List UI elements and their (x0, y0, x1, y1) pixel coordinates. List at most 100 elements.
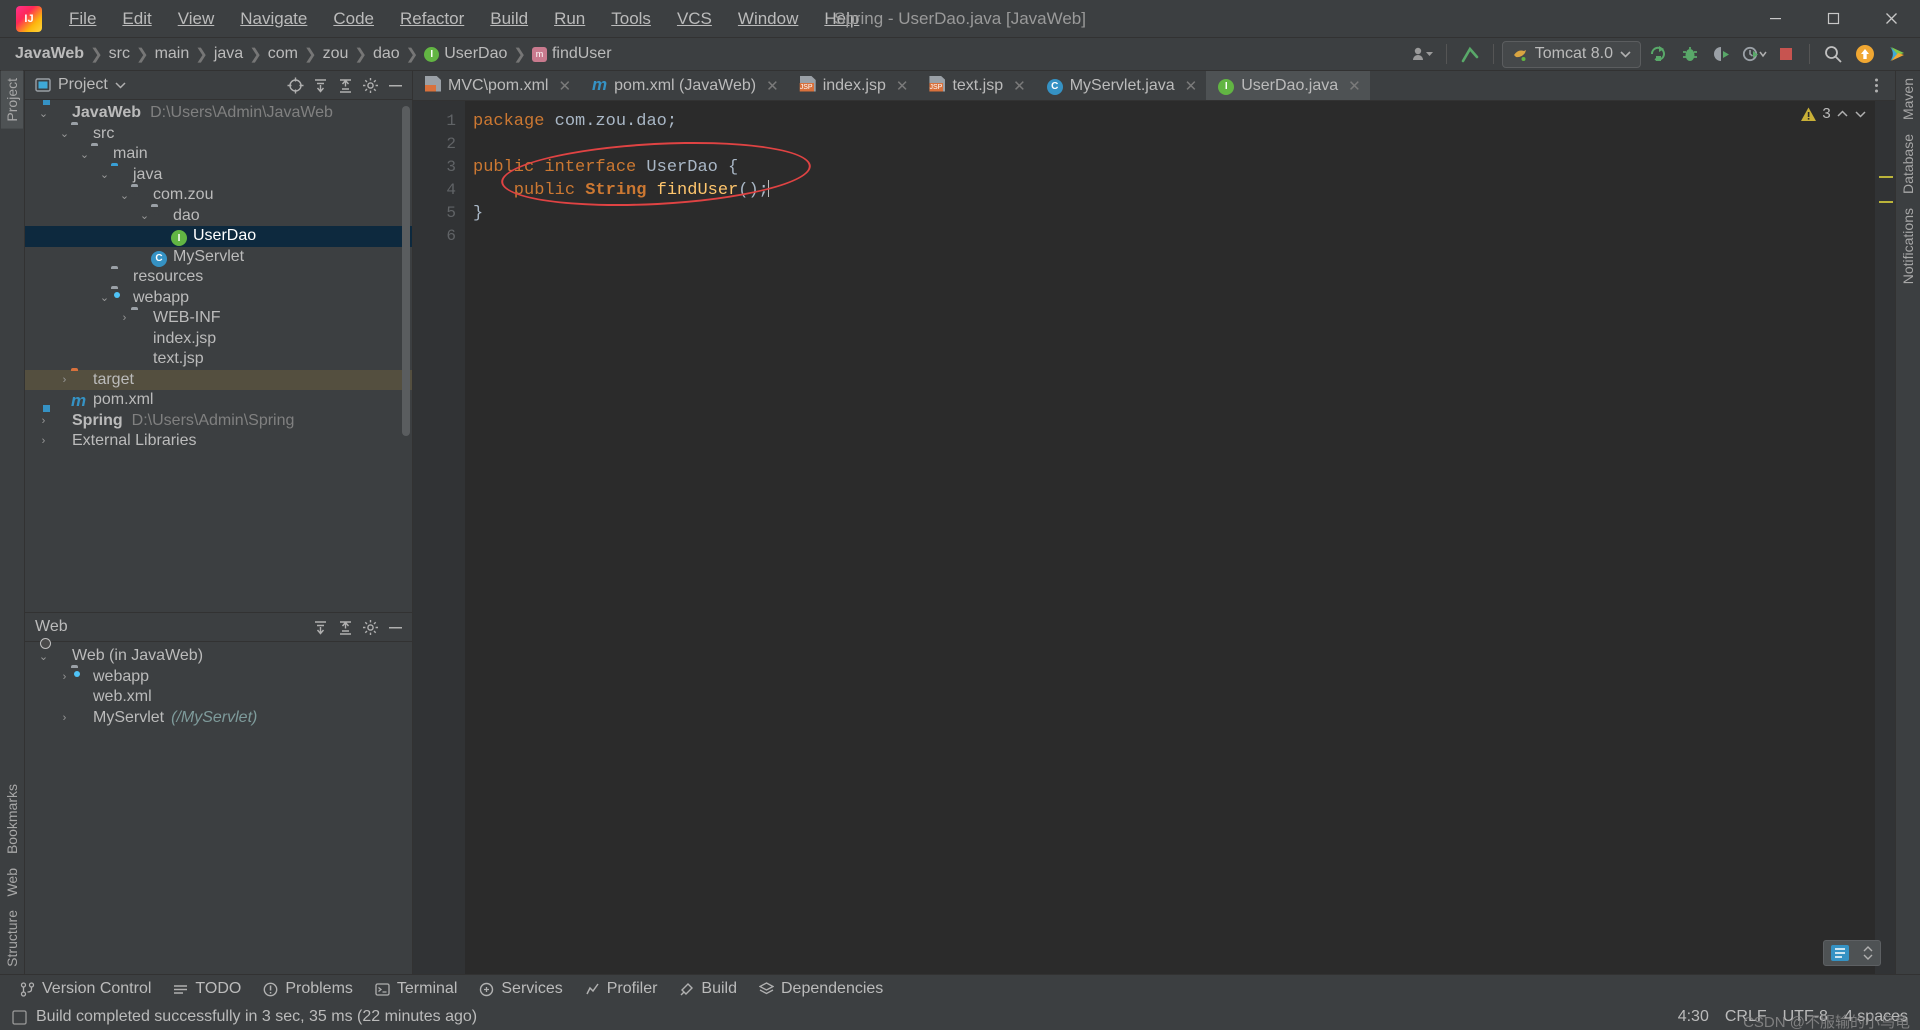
gear-icon[interactable] (359, 616, 381, 638)
tree-row-web-webapp[interactable]: › webapp (25, 667, 412, 688)
breadcrumb-zou[interactable]: zou (318, 43, 354, 65)
run-button[interactable] (1643, 41, 1673, 68)
tree-row-userdao[interactable]: I UserDao (25, 226, 412, 247)
collapse-all-icon[interactable] (334, 74, 356, 96)
bottom-tab-profiler[interactable]: Profiler (575, 977, 668, 1001)
close-icon[interactable]: ✕ (1348, 77, 1361, 95)
close-icon[interactable]: ✕ (1013, 77, 1026, 95)
project-tree[interactable]: ⌄ JavaWeb D:\Users\Admin\JavaWeb ⌄ src ⌄… (25, 100, 412, 612)
intellij-services-button[interactable] (1882, 41, 1912, 68)
bottom-tab-problems[interactable]: Problems (253, 977, 363, 1001)
rail-notifications[interactable]: Notifications (1897, 201, 1919, 291)
tab-myservlet-java[interactable]: C MyServlet.java ✕ (1035, 71, 1207, 100)
tree-row-external-libraries[interactable]: › External Libraries (25, 431, 412, 452)
menu-code[interactable]: Code (320, 4, 387, 34)
stop-button[interactable] (1771, 41, 1801, 68)
chevron-down-icon[interactable]: ⌄ (78, 148, 91, 161)
tree-row-webinf[interactable]: › WEB-INF (25, 308, 412, 329)
tree-row-spring[interactable]: › Spring D:\Users\Admin\Spring (25, 411, 412, 432)
run-coverage-button[interactable] (1707, 41, 1737, 68)
update-project-button[interactable] (1455, 41, 1485, 68)
breadcrumb-src[interactable]: src (104, 43, 135, 65)
menu-navigate[interactable]: Navigate (227, 4, 320, 34)
hide-panel-icon[interactable] (384, 616, 406, 638)
chevron-down-icon[interactable]: ⌄ (138, 209, 151, 222)
inspection-marker-stripe[interactable] (1875, 101, 1895, 974)
search-everywhere-button[interactable] (1818, 41, 1848, 68)
bottom-tab-services[interactable]: Services (469, 977, 572, 1001)
tree-row-indexjsp[interactable]: index.jsp (25, 329, 412, 350)
tab-userdao-java[interactable]: I UserDao.java ✕ (1206, 71, 1370, 100)
close-icon[interactable]: ✕ (1185, 77, 1198, 95)
chevron-down-icon[interactable]: ⌄ (37, 650, 50, 663)
chevron-down-icon[interactable]: ⌄ (58, 127, 71, 140)
chevron-down-icon[interactable] (115, 81, 126, 89)
tab-pom-xml-javaweb[interactable]: m pom.xml (JavaWeb) ✕ (580, 71, 788, 100)
chevron-right-icon[interactable]: › (37, 435, 50, 447)
updates-button[interactable] (1850, 41, 1880, 68)
menu-window[interactable]: Window (725, 4, 811, 34)
project-panel-title-group[interactable]: Project (35, 76, 126, 94)
breadcrumb-userdao[interactable]: I UserDao (419, 43, 512, 65)
reformat-icon[interactable] (1824, 941, 1856, 965)
collapse-all-icon[interactable] (334, 616, 356, 638)
gear-icon[interactable] (359, 74, 381, 96)
bottom-tab-version-control[interactable]: Version Control (10, 977, 161, 1001)
menu-help[interactable]: Help (811, 4, 872, 34)
tree-row-resources[interactable]: resources (25, 267, 412, 288)
minimize-button[interactable] (1746, 0, 1804, 38)
chevron-right-icon[interactable]: › (118, 312, 131, 324)
select-opened-file-icon[interactable] (284, 74, 306, 96)
close-icon[interactable]: ✕ (558, 77, 571, 95)
tree-row-main[interactable]: ⌄ main (25, 144, 412, 165)
user-account-button[interactable] (1408, 41, 1438, 68)
rail-database[interactable]: Database (1897, 127, 1919, 201)
more-options-icon[interactable] (1865, 75, 1887, 97)
bottom-tab-todo[interactable]: TODO (163, 977, 251, 1001)
chevron-updown-icon[interactable] (1856, 941, 1880, 965)
breadcrumb-java[interactable]: java (209, 43, 248, 65)
caret-position[interactable]: 4:30 (1678, 1008, 1709, 1026)
inspection-status[interactable]: 3 (1800, 101, 1875, 127)
expand-all-icon[interactable] (309, 616, 331, 638)
tree-row-webapp[interactable]: ⌄ webapp (25, 288, 412, 309)
close-icon[interactable]: ✕ (766, 77, 779, 95)
menu-run[interactable]: Run (541, 4, 598, 34)
bottom-tab-build[interactable]: Build (669, 977, 747, 1001)
close-icon[interactable]: ✕ (896, 77, 909, 95)
chevron-down-icon[interactable]: ⌄ (98, 168, 111, 181)
tree-row-src[interactable]: ⌄ src (25, 124, 412, 145)
tab-index-jsp[interactable]: index.jsp ✕ (788, 71, 918, 100)
tree-row-java[interactable]: ⌄ java (25, 165, 412, 186)
tree-row-target[interactable]: › target (25, 369, 412, 390)
tree-row-web-facet[interactable]: ⌄ Web (in JavaWeb) (25, 646, 412, 667)
rail-bookmarks[interactable]: Bookmarks (1, 777, 23, 861)
maximize-button[interactable] (1804, 0, 1862, 38)
project-tree-scrollbar[interactable] (402, 106, 410, 436)
tree-row-web-myservlet[interactable]: › MyServlet (/MyServlet) (25, 708, 412, 729)
tree-row-comzou[interactable]: ⌄ com.zou (25, 185, 412, 206)
menu-view[interactable]: View (165, 4, 228, 34)
menu-refactor[interactable]: Refactor (387, 4, 477, 34)
menu-tools[interactable]: Tools (598, 4, 664, 34)
tree-row-webxml[interactable]: web.xml (25, 687, 412, 708)
chevron-down-icon[interactable]: ⌄ (118, 189, 131, 202)
rail-web[interactable]: Web (1, 861, 23, 904)
menu-edit[interactable]: Edit (109, 4, 164, 34)
bottom-tab-terminal[interactable]: Terminal (365, 977, 467, 1001)
tree-row-javaweb[interactable]: ⌄ JavaWeb D:\Users\Admin\JavaWeb (25, 103, 412, 124)
chevron-down-icon[interactable]: ⌄ (98, 291, 111, 304)
close-button[interactable] (1862, 0, 1920, 38)
expand-all-icon[interactable] (309, 74, 331, 96)
breadcrumb-main[interactable]: main (150, 43, 195, 65)
marker-warning[interactable] (1879, 176, 1893, 178)
profiler-button[interactable] (1739, 41, 1769, 68)
chevron-right-icon[interactable]: › (58, 712, 71, 724)
marker-warning[interactable] (1879, 201, 1893, 203)
breadcrumb-dao[interactable]: dao (368, 43, 405, 65)
run-configuration-selector[interactable]: Tomcat 8.0 (1501, 40, 1641, 68)
chevron-right-icon[interactable]: › (37, 415, 50, 427)
tree-row-dao[interactable]: ⌄ dao (25, 206, 412, 227)
chevron-right-icon[interactable]: › (58, 671, 71, 683)
breadcrumb-com[interactable]: com (263, 43, 303, 65)
